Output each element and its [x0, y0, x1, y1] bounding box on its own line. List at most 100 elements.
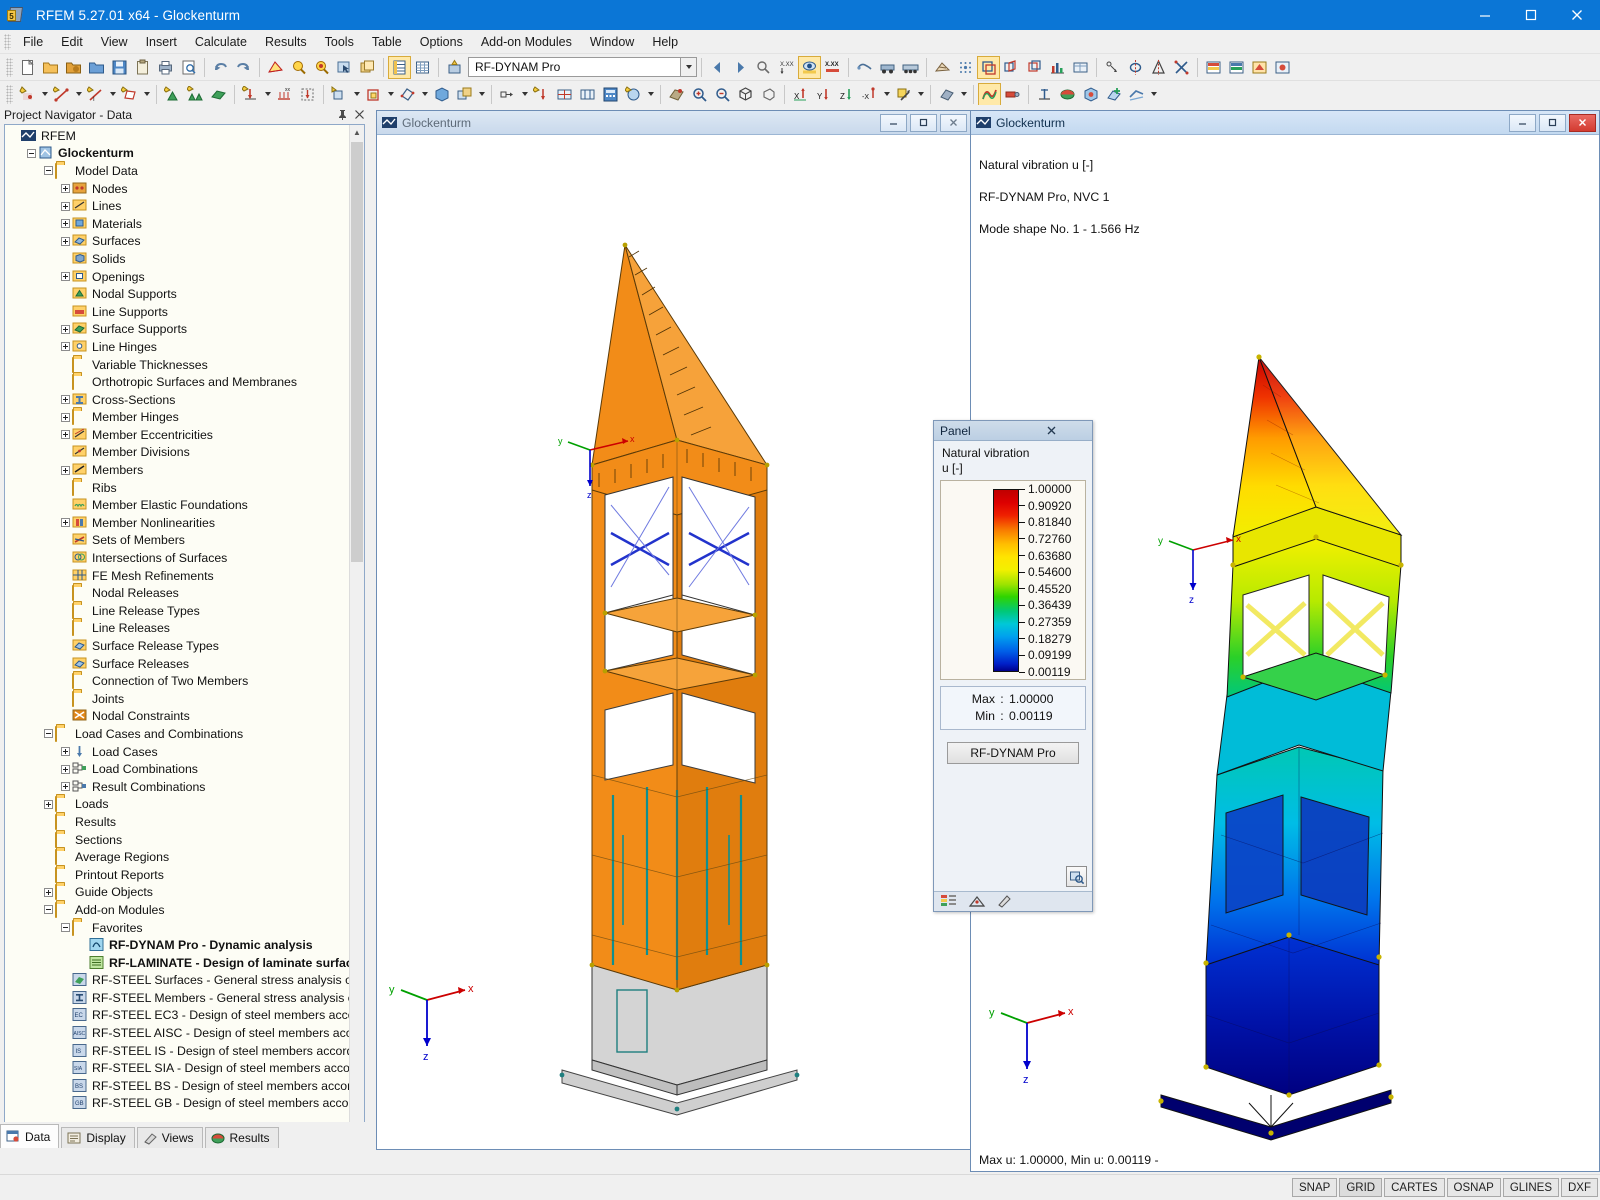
save-icon[interactable]: [108, 56, 131, 79]
view-neg-x-icon[interactable]: -X: [858, 83, 881, 106]
tree-item[interactable]: RF-LAMINATE - Design of laminate surface…: [8, 954, 349, 972]
prev-lc-icon[interactable]: [706, 56, 729, 79]
value-label-icon[interactable]: X.XX: [775, 56, 798, 79]
tree-item[interactable]: GBRF-STEEL GB - Design of steel members …: [8, 1095, 349, 1113]
status-cartes[interactable]: CARTES: [1384, 1178, 1444, 1197]
extrude-dropdown-icon[interactable]: [385, 83, 396, 106]
tree-item[interactable]: Materials: [8, 215, 349, 233]
tree-item[interactable]: Nodal Constraints: [8, 708, 349, 726]
support-reaction-icon[interactable]: [1033, 83, 1056, 106]
pin-icon[interactable]: [334, 106, 351, 123]
zoom-all-icon[interactable]: [310, 56, 333, 79]
add-result-icon[interactable]: [1102, 83, 1125, 106]
toolbar-grip-2[interactable]: [6, 85, 13, 104]
tree-item[interactable]: Load Cases: [8, 743, 349, 761]
tree-item[interactable]: Orthotropic Surfaces and Membranes: [8, 373, 349, 391]
view-z-icon[interactable]: Z: [835, 83, 858, 106]
view-x-icon[interactable]: X: [789, 83, 812, 106]
calculate-icon[interactable]: [599, 83, 622, 106]
tree-item[interactable]: BSRF-STEEL BS - Design of steel members …: [8, 1077, 349, 1095]
tree-item[interactable]: Guide Objects: [8, 884, 349, 902]
color-scale-icon[interactable]: [940, 894, 958, 909]
tables-icon[interactable]: [388, 56, 411, 79]
tree-item[interactable]: Surfaces: [8, 233, 349, 251]
tree-item[interactable]: RF-DYNAM Pro - Dynamic analysis: [8, 936, 349, 954]
tree-item[interactable]: Sections: [8, 831, 349, 849]
tree-item[interactable]: Line Releases: [8, 620, 349, 638]
results-panel[interactable]: Panel Natural vibration u [-] 1.000000.9…: [933, 420, 1093, 912]
tree-expander-plus-icon[interactable]: [59, 518, 72, 527]
color-legend[interactable]: 1.000000.909200.818400.727600.636800.546…: [940, 480, 1086, 680]
result-diagram-icon[interactable]: [1046, 56, 1069, 79]
model-window-left-canvas[interactable]: x y z x y: [377, 135, 970, 1149]
tree-item[interactable]: Nodes: [8, 180, 349, 198]
tree-expander-plus-icon[interactable]: [59, 747, 72, 756]
new-line-icon[interactable]: [50, 83, 73, 106]
new-line-dropdown-icon[interactable]: [73, 83, 84, 106]
mirror-rotate-icon[interactable]: [1124, 56, 1147, 79]
tree-item[interactable]: SIARF-STEEL SIA - Design of steel member…: [8, 1059, 349, 1077]
extrude-icon[interactable]: [362, 83, 385, 106]
connect-lines-icon[interactable]: [496, 83, 519, 106]
tree-item[interactable]: AISCRF-STEEL AISC - Design of steel memb…: [8, 1024, 349, 1042]
tree-expander-plus-icon[interactable]: [59, 342, 72, 351]
rf-dynam-pro-button[interactable]: RF-DYNAM Pro: [947, 742, 1079, 764]
menu-item-view[interactable]: View: [92, 32, 137, 52]
tree-item[interactable]: Loads: [8, 796, 349, 814]
tree-expander-minus-icon[interactable]: [42, 166, 55, 175]
tree-expander-plus-icon[interactable]: [59, 430, 72, 439]
surface-support-icon[interactable]: [207, 83, 230, 106]
menu-item-table[interactable]: Table: [363, 32, 411, 52]
tree-item[interactable]: Member Nonlinearities: [8, 514, 349, 532]
tree-item[interactable]: ECRF-STEEL EC3 - Design of steel members…: [8, 1007, 349, 1025]
load-display-2-icon[interactable]: [1225, 56, 1248, 79]
tree-item[interactable]: Member Eccentricities: [8, 426, 349, 444]
tree-expander-plus-icon[interactable]: [59, 272, 72, 281]
tree-item[interactable]: Member Hinges: [8, 409, 349, 427]
module-combo-chevron-down-icon[interactable]: [681, 57, 697, 77]
free-load-icon[interactable]: [296, 83, 319, 106]
node-down-icon[interactable]: [530, 83, 553, 106]
navigator-vertical-scrollbar[interactable]: ▲ ▼: [349, 125, 364, 1132]
tree-expander-plus-icon[interactable]: [59, 237, 72, 246]
connect-lines-dropdown-icon[interactable]: [519, 83, 530, 106]
new-line-dim-dropdown-icon[interactable]: [107, 83, 118, 106]
view-cube-icon[interactable]: [734, 83, 757, 106]
value-tag-icon[interactable]: X.XX: [821, 56, 844, 79]
tree-item[interactable]: Solids: [8, 250, 349, 268]
menu-item-window[interactable]: Window: [581, 32, 643, 52]
scroll-up-icon[interactable]: ▲: [350, 125, 364, 140]
grid-table-icon[interactable]: [411, 56, 434, 79]
tree-item[interactable]: Lines: [8, 197, 349, 215]
zoom-find-icon[interactable]: [1066, 866, 1087, 887]
moving-load-icon[interactable]: [899, 56, 922, 79]
tree-item[interactable]: Glockenturm: [8, 145, 349, 163]
tree-item[interactable]: RF-STEEL Surfaces - General stress analy…: [8, 972, 349, 990]
filter-icon[interactable]: [996, 894, 1014, 909]
solid-object-icon[interactable]: [430, 83, 453, 106]
deformation-2-icon[interactable]: [1000, 56, 1023, 79]
tree-item[interactable]: Line Release Types: [8, 602, 349, 620]
tree-item[interactable]: Connection of Two Members: [8, 672, 349, 690]
left-window-minimize-button[interactable]: [880, 114, 907, 132]
menu-item-file[interactable]: File: [14, 32, 52, 52]
results-colors-icon[interactable]: [1056, 83, 1079, 106]
navigator-tab-results[interactable]: Results: [205, 1127, 279, 1148]
tree-item[interactable]: Joints: [8, 690, 349, 708]
tree-expander-plus-icon[interactable]: [59, 466, 72, 475]
toolbar-grip[interactable]: [6, 58, 13, 77]
deformation-3-icon[interactable]: [1023, 56, 1046, 79]
tree-item[interactable]: Surface Releases: [8, 655, 349, 673]
result-table-icon[interactable]: [1069, 56, 1092, 79]
tree-expander-plus-icon[interactable]: [59, 184, 72, 193]
tree-expander-minus-icon[interactable]: [42, 905, 55, 914]
tree-expander-minus-icon[interactable]: [25, 149, 38, 158]
status-snap[interactable]: SNAP: [1292, 1178, 1337, 1197]
load-truck-icon[interactable]: [876, 56, 899, 79]
view-rotate-icon[interactable]: [853, 56, 876, 79]
new-node-dropdown-icon[interactable]: [39, 83, 50, 106]
select-objects-icon[interactable]: [1101, 56, 1124, 79]
surface-copy-dropdown-icon[interactable]: [476, 83, 487, 106]
navigator-close-icon[interactable]: [351, 106, 368, 123]
next-lc-icon[interactable]: [729, 56, 752, 79]
